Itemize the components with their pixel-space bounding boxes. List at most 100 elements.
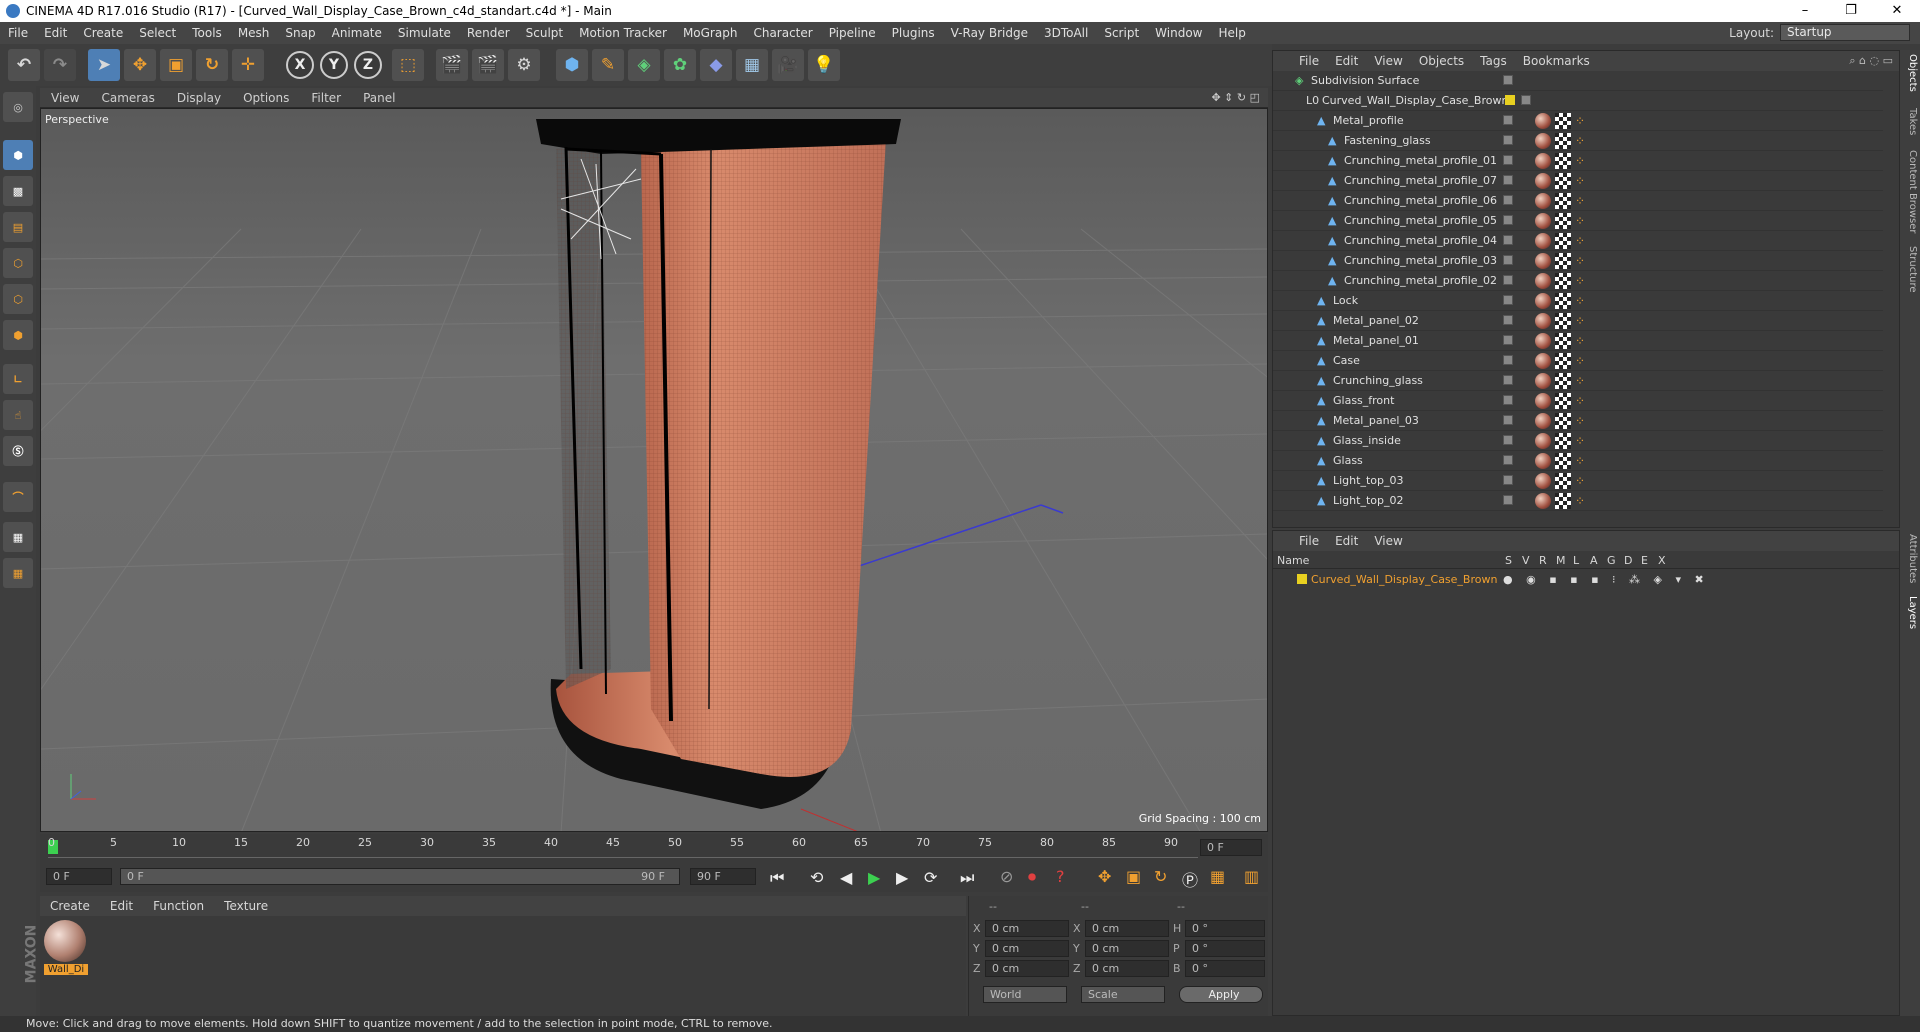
- menu-create[interactable]: Create: [75, 26, 131, 40]
- object-row[interactable]: ▲ Crunching_metal_profile_07 ⁘: [1273, 171, 1883, 191]
- selection-tag-icon[interactable]: ⁘: [1575, 313, 1587, 329]
- selection-tag-icon[interactable]: ⁘: [1575, 253, 1587, 269]
- minimize-button[interactable]: –: [1782, 0, 1828, 22]
- material-tag-icon[interactable]: [1535, 453, 1551, 469]
- menu-simulate[interactable]: Simulate: [390, 26, 459, 40]
- material-tag-icon[interactable]: [1535, 273, 1551, 289]
- menu-vray-bridge[interactable]: V-Ray Bridge: [943, 26, 1036, 40]
- material-menu-create[interactable]: Create: [40, 899, 100, 913]
- material-tag-icon[interactable]: [1535, 233, 1551, 249]
- menu-file[interactable]: File: [0, 26, 36, 40]
- texture-tag-icon[interactable]: [1555, 253, 1571, 269]
- texture-tag-icon[interactable]: [1555, 353, 1571, 369]
- render-picture-viewer-icon[interactable]: 🎬: [472, 49, 504, 81]
- play-icon[interactable]: ▶: [868, 868, 880, 887]
- transform-tool-icon[interactable]: ✛: [232, 49, 264, 81]
- object-row[interactable]: ▲ Crunching_glass ⁘: [1273, 371, 1883, 391]
- texture-tag-icon[interactable]: [1555, 173, 1571, 189]
- texture-tag-icon[interactable]: [1555, 293, 1571, 309]
- object-name[interactable]: Metal_panel_01: [1333, 331, 1419, 351]
- material-tag-icon[interactable]: [1535, 473, 1551, 489]
- scale-tool-icon[interactable]: ▣: [160, 49, 192, 81]
- menu-help[interactable]: Help: [1210, 26, 1253, 40]
- layer-column-header[interactable]: E: [1641, 554, 1648, 567]
- menu-window[interactable]: Window: [1147, 26, 1210, 40]
- visibility-toggle-icon[interactable]: [1503, 455, 1513, 465]
- end-frame-field[interactable]: 90 F: [690, 868, 756, 885]
- keyframe-selection-icon[interactable]: ?: [1056, 867, 1065, 886]
- object-row[interactable]: L0 Curved_Wall_Display_Case_Brown: [1273, 91, 1883, 111]
- layer-column-header[interactable]: M: [1556, 554, 1566, 567]
- visibility-toggle-icon[interactable]: [1503, 155, 1513, 165]
- layer-row-name[interactable]: Curved_Wall_Display_Case_Brown: [1311, 573, 1497, 586]
- menu-mesh[interactable]: Mesh: [230, 26, 278, 40]
- visibility-toggle-icon[interactable]: [1503, 135, 1513, 145]
- material-tag-icon[interactable]: [1535, 393, 1551, 409]
- texture-tag-icon[interactable]: [1555, 493, 1571, 509]
- visibility-toggle-icon[interactable]: [1503, 295, 1513, 305]
- menu-pipeline[interactable]: Pipeline: [821, 26, 884, 40]
- viewport-menu-view[interactable]: View: [40, 91, 90, 105]
- visibility-toggle-icon[interactable]: [1503, 315, 1513, 325]
- current-frame-field[interactable]: 0 F: [1200, 839, 1262, 856]
- menu-sculpt[interactable]: Sculpt: [518, 26, 571, 40]
- material-tag-icon[interactable]: [1535, 213, 1551, 229]
- tab-structure[interactable]: Structure: [1902, 246, 1918, 293]
- material-tag-icon[interactable]: [1535, 313, 1551, 329]
- magnet-icon[interactable]: ⌒: [3, 482, 33, 512]
- layers-menu-edit[interactable]: Edit: [1327, 534, 1366, 548]
- viewport-menu-options[interactable]: Options: [232, 91, 300, 105]
- menu-animate[interactable]: Animate: [324, 26, 390, 40]
- soft-selection-icon[interactable]: ▦: [3, 558, 33, 588]
- object-name[interactable]: Crunching_metal_profile_03: [1344, 251, 1497, 271]
- deformer-icon[interactable]: ◆: [700, 49, 732, 81]
- object-row[interactable]: ▲ Crunching_metal_profile_01 ⁘: [1273, 151, 1883, 171]
- maximize-button[interactable]: ❐: [1828, 0, 1874, 22]
- texture-tag-icon[interactable]: [1555, 333, 1571, 349]
- objects-search-icon[interactable]: ⌕ ⌂ ◌ ▭: [1849, 54, 1899, 68]
- object-name[interactable]: Light_top_02: [1333, 491, 1403, 511]
- texture-tag-icon[interactable]: [1555, 413, 1571, 429]
- visibility-toggle-icon[interactable]: [1503, 215, 1513, 225]
- texture-tag-icon[interactable]: [1555, 393, 1571, 409]
- menu-character[interactable]: Character: [745, 26, 820, 40]
- start-frame-field[interactable]: 0 F: [46, 868, 112, 885]
- selection-tag-icon[interactable]: ⁘: [1575, 153, 1587, 169]
- visibility-toggle-icon[interactable]: [1503, 395, 1513, 405]
- objects-menu-file[interactable]: File: [1291, 54, 1327, 68]
- visibility-toggle-icon[interactable]: [1503, 495, 1513, 505]
- object-row[interactable]: ▲ Metal_panel_03 ⁘: [1273, 411, 1883, 431]
- material-menu-texture[interactable]: Texture: [214, 899, 278, 913]
- visibility-toggle-icon[interactable]: [1503, 75, 1513, 85]
- layer-column-header[interactable]: S: [1505, 554, 1512, 567]
- object-row[interactable]: ▲ Glass_inside ⁘: [1273, 431, 1883, 451]
- layer-column-header[interactable]: X: [1658, 554, 1666, 567]
- position-x-field[interactable]: 0 cm: [985, 920, 1069, 937]
- rotation-h-field[interactable]: 0 °: [1185, 920, 1265, 937]
- step-forward-icon[interactable]: ▶: [896, 868, 908, 887]
- camera-icon[interactable]: 🎥: [772, 49, 804, 81]
- polygons-mode-icon[interactable]: ⬢: [3, 320, 33, 350]
- material-tag-icon[interactable]: [1535, 433, 1551, 449]
- edges-mode-icon[interactable]: ⬡: [3, 284, 33, 314]
- material-tag-icon[interactable]: [1535, 373, 1551, 389]
- object-name[interactable]: Crunching_metal_profile_06: [1344, 191, 1497, 211]
- texture-tag-icon[interactable]: [1555, 433, 1571, 449]
- selection-tag-icon[interactable]: ⁘: [1575, 233, 1587, 249]
- close-button[interactable]: ✕: [1874, 0, 1920, 22]
- menu-tools[interactable]: Tools: [184, 26, 230, 40]
- selection-tag-icon[interactable]: ⁘: [1575, 333, 1587, 349]
- material-tag-icon[interactable]: [1535, 133, 1551, 149]
- tab-objects[interactable]: Objects: [1902, 54, 1918, 92]
- layers-menu-file[interactable]: File: [1291, 534, 1327, 548]
- object-name[interactable]: Lock: [1333, 291, 1358, 311]
- object-name[interactable]: Crunching_metal_profile_04: [1344, 231, 1497, 251]
- key-position-icon[interactable]: ✥: [1098, 867, 1111, 886]
- material-tag-icon[interactable]: [1535, 493, 1551, 509]
- key-rotation-icon[interactable]: ↻: [1154, 867, 1167, 886]
- timeline-window-icon[interactable]: ▥: [1244, 867, 1259, 886]
- texture-tag-icon[interactable]: [1555, 313, 1571, 329]
- visibility-toggle-icon[interactable]: [1503, 195, 1513, 205]
- viewport-nav-icons[interactable]: ✥ ⇕ ↻ ◰: [1211, 91, 1268, 104]
- object-row[interactable]: ▲ Fastening_glass ⁘: [1273, 131, 1883, 151]
